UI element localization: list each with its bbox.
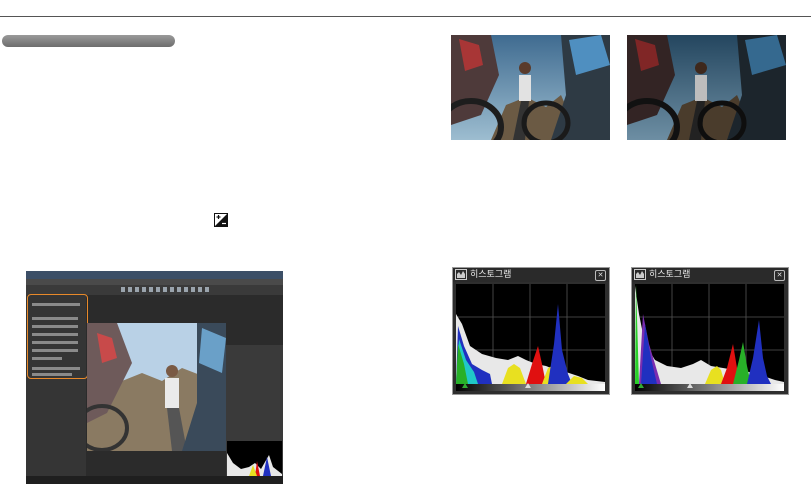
- histogram-graph: [635, 284, 784, 384]
- histogram-title: 히스토그램: [470, 270, 512, 280]
- editor-window-screenshot: [26, 271, 283, 484]
- histogram-black-point: [462, 383, 468, 388]
- window-status-bar: [26, 476, 283, 484]
- window-histogram: [227, 441, 282, 476]
- histogram-mid-point: [687, 383, 693, 388]
- highlight-frame: [27, 294, 88, 379]
- window-title-bar: [26, 271, 283, 279]
- histogram-header: 히스토그램 ✕: [632, 268, 788, 282]
- histogram-panel-after: 히스토그램 ✕: [631, 267, 789, 395]
- histogram-icon: [455, 269, 467, 280]
- photo-after: [627, 35, 786, 140]
- histogram-graph: [456, 284, 605, 384]
- histogram-title: 히스토그램: [649, 270, 691, 280]
- histogram-black-point: [638, 383, 644, 388]
- window-photo: [87, 323, 226, 451]
- photo-before: [451, 35, 610, 140]
- histogram-panel-before: 히스토그램 ✕: [452, 267, 610, 395]
- section-pill: [2, 35, 175, 47]
- close-icon[interactable]: ✕: [774, 270, 785, 281]
- close-icon[interactable]: ✕: [595, 270, 606, 281]
- exposure-compensation-icon: [214, 213, 228, 227]
- top-rule: [0, 16, 811, 17]
- histogram-mid-point: [525, 383, 531, 388]
- histogram-header: 히스토그램 ✕: [453, 268, 609, 282]
- histogram-icon: [634, 269, 646, 280]
- histogram-scale: [635, 384, 784, 391]
